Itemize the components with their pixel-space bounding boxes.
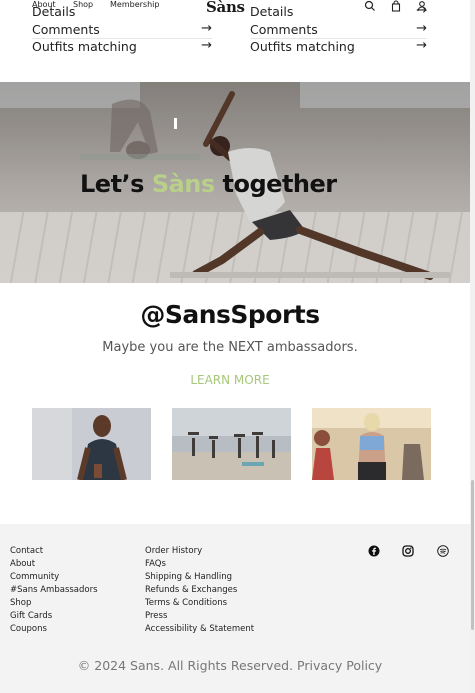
footer-column-help: Order History FAQs Shipping & Handling R… — [145, 545, 254, 636]
footer-link-press[interactable]: Press — [145, 610, 254, 623]
footer-column-info: Contact About Community #Sans Ambassador… — [10, 545, 98, 636]
comments-link[interactable]: Comments → — [250, 20, 427, 39]
arrow-right-icon: → — [416, 38, 427, 53]
outfits-matching-label: Outfits matching — [32, 39, 137, 54]
footer-link-faqs[interactable]: FAQs — [145, 558, 254, 571]
arrow-right-icon: → — [201, 20, 212, 36]
outfits-matching-label: Outfits matching — [250, 39, 355, 54]
hero-title-accent: Sàns — [151, 170, 215, 198]
hero-title-after: together — [214, 170, 338, 198]
meditation-photo[interactable] — [32, 408, 151, 480]
comments-link[interactable]: Comments → — [32, 20, 212, 39]
hero-marker — [174, 118, 177, 129]
details-link[interactable]: Details → — [250, 3, 427, 22]
footer-link-refunds[interactable]: Refunds & Exchanges — [145, 584, 254, 597]
comments-label: Comments — [32, 21, 100, 37]
footer-link-ambassadors[interactable]: #Sans Ambassadors — [10, 584, 98, 597]
copyright-text: © 2024 Sans. All Rights Reserved. Privac… — [77, 658, 383, 673]
comments-label: Comments — [250, 21, 318, 37]
footer-link-terms[interactable]: Terms & Conditions — [145, 597, 254, 610]
outfits-matching-link[interactable]: Outfits matching → — [250, 38, 427, 57]
gym-photo[interactable] — [312, 408, 431, 480]
arrow-right-icon: → — [201, 38, 212, 53]
scrollbar[interactable] — [470, 0, 475, 693]
details-label: Details — [32, 4, 76, 19]
footer-link-contact[interactable]: Contact — [10, 545, 98, 558]
instagram-icon[interactable] — [402, 545, 414, 557]
hero-title-before: Let’s — [80, 170, 152, 198]
learn-more-link[interactable]: LEARN MORE — [0, 373, 460, 387]
arrow-right-icon: → — [416, 3, 427, 18]
footer-link-shop[interactable]: Shop — [10, 597, 98, 610]
beach-yoga-photo[interactable] — [172, 408, 291, 480]
details-label: Details — [250, 4, 294, 19]
product-links-left: Details Comments → Outfits matching → — [32, 4, 212, 57]
footer-link-order-history[interactable]: Order History — [145, 545, 254, 558]
spotify-icon[interactable] — [437, 545, 449, 557]
ambassadors-subtitle: Maybe you are the NEXT ambassadors. — [102, 340, 358, 355]
facebook-icon[interactable] — [368, 545, 380, 557]
footer-link-coupons[interactable]: Coupons — [10, 623, 98, 636]
footer-link-community[interactable]: Community — [10, 571, 98, 584]
outfits-matching-link[interactable]: Outfits matching → — [32, 38, 212, 57]
ambassadors-title: @SansSports — [140, 300, 320, 329]
scrollbar-thumb[interactable] — [471, 480, 474, 630]
arrow-right-icon: → — [416, 20, 427, 36]
product-links-right: Details → Comments → Outfits matching → — [250, 3, 427, 57]
hero-banner: Let’s Sàns together — [0, 82, 470, 283]
footer-link-gift-cards[interactable]: Gift Cards — [10, 610, 98, 623]
footer-link-shipping[interactable]: Shipping & Handling — [145, 571, 254, 584]
details-link[interactable]: Details — [32, 4, 212, 22]
hero-title: Let’s Sàns together — [80, 170, 337, 198]
footer-link-accessibility[interactable]: Accessibility & Statement — [145, 623, 254, 636]
site-footer: Contact About Community #Sans Ambassador… — [0, 524, 470, 693]
footer-link-about[interactable]: About — [10, 558, 98, 571]
